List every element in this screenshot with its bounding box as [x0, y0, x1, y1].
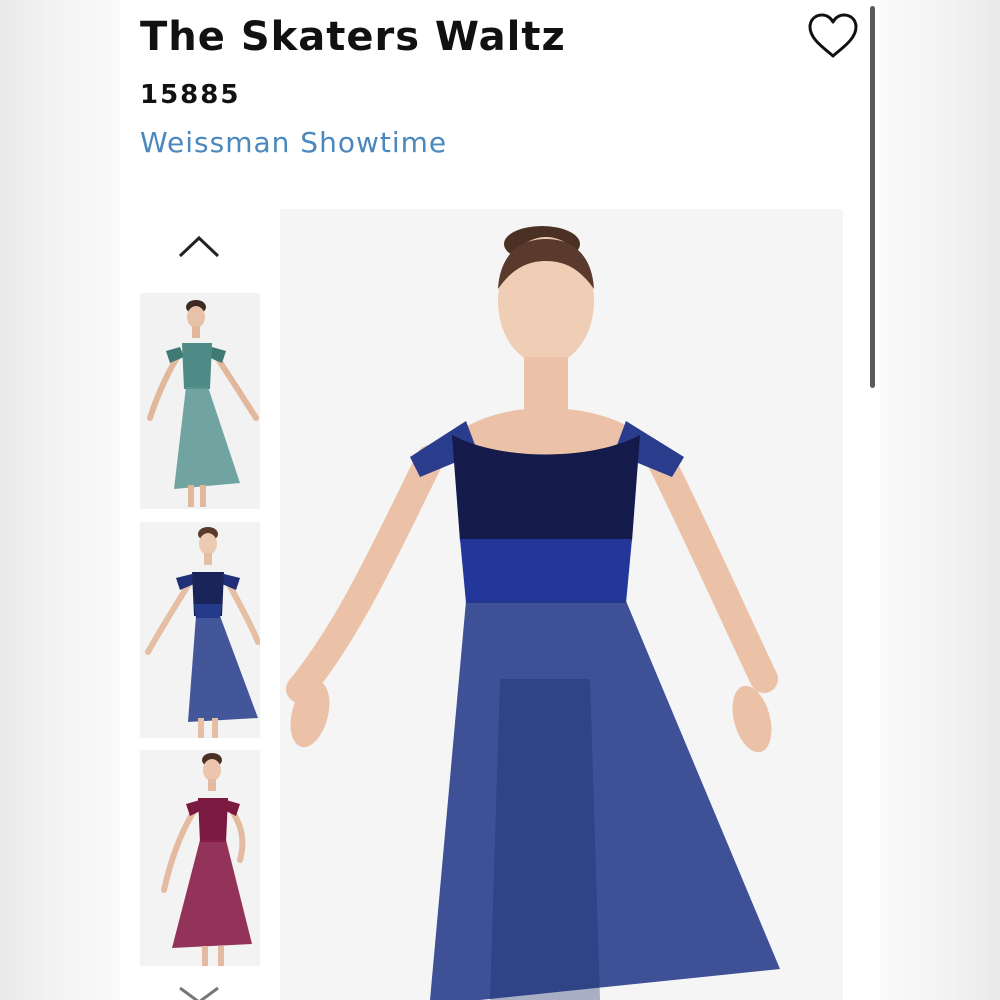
thumbnail-navy-dress[interactable] — [140, 522, 260, 738]
thumbnail-teal-dress[interactable] — [140, 293, 260, 509]
main-product-image[interactable] — [280, 209, 843, 1000]
heart-outline-icon[interactable] — [806, 12, 860, 60]
brand-link[interactable]: Weissman Showtime — [140, 126, 447, 159]
chevron-up-icon[interactable] — [176, 232, 222, 262]
scrollbar[interactable] — [870, 6, 875, 388]
thumbnail-burgundy-dress[interactable] — [140, 750, 260, 966]
product-title: The Skaters Waltz — [140, 14, 566, 60]
product-page: The Skaters Waltz 15885 Weissman Showtim… — [120, 0, 880, 1000]
chevron-down-icon[interactable] — [176, 986, 222, 1000]
product-sku: 15885 — [140, 80, 241, 110]
